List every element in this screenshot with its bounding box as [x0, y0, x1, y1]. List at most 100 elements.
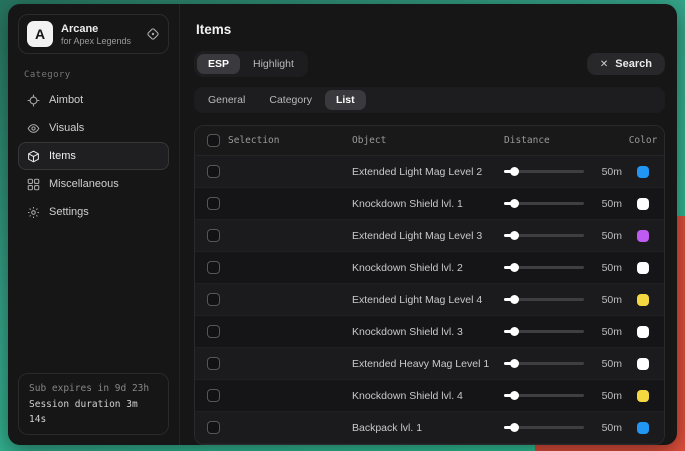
column-header-selection: Selection [228, 135, 352, 146]
sidebar-item-miscellaneous[interactable]: Miscellaneous [18, 170, 169, 198]
sidebar-item-aimbot[interactable]: Aimbot [18, 86, 169, 114]
tab-highlight[interactable]: Highlight [242, 54, 305, 74]
distance-value: 50m [592, 294, 622, 306]
table-row: Knockdown Shield lvl. 4 50m [195, 380, 664, 412]
distance-slider[interactable] [504, 266, 584, 269]
items-table: Selection Object Distance Color Extended… [194, 125, 665, 445]
object-name: Knockdown Shield lvl. 2 [352, 262, 490, 274]
color-swatch[interactable] [637, 198, 649, 210]
color-swatch[interactable] [637, 390, 649, 402]
diamond-icon[interactable] [146, 27, 160, 41]
sidebar-item-label: Settings [49, 206, 89, 218]
slider-thumb[interactable] [510, 423, 519, 432]
sidebar-item-items[interactable]: Items [18, 142, 169, 170]
distance-slider[interactable] [504, 234, 584, 237]
slider-thumb[interactable] [510, 295, 519, 304]
brand-card: A Arcane for Apex Legends [18, 14, 169, 54]
gear-icon [27, 206, 40, 219]
tab-category[interactable]: Category [258, 90, 323, 110]
row-checkbox[interactable] [207, 261, 220, 274]
table-row: Knockdown Shield lvl. 3 50m [195, 316, 664, 348]
object-name: Extended Light Mag Level 3 [352, 230, 490, 242]
table-row: Extended Heavy Mag Level 1 50m [195, 348, 664, 380]
tab-esp[interactable]: ESP [197, 54, 240, 74]
sidebar-item-label: Visuals [49, 122, 84, 134]
app-name: Arcane [61, 23, 131, 35]
object-name: Extended Heavy Mag Level 1 [352, 358, 490, 370]
color-swatch[interactable] [637, 294, 649, 306]
table-header-row: Selection Object Distance Color [195, 126, 664, 156]
table-row: Knockdown Shield lvl. 2 50m [195, 252, 664, 284]
color-swatch[interactable] [637, 422, 649, 434]
sidebar-item-visuals[interactable]: Visuals [18, 114, 169, 142]
mode-tab-group: ESP Highlight [194, 51, 308, 77]
sidebar-nav: Aimbot Visuals Items [8, 86, 179, 226]
object-name: Extended Light Mag Level 4 [352, 294, 490, 306]
color-swatch[interactable] [637, 166, 649, 178]
session-duration-text: Session duration 3m 14s [29, 397, 158, 427]
sub-expires-text: Sub expires in 9d 23h [29, 381, 158, 396]
distance-slider[interactable] [504, 426, 584, 429]
color-swatch[interactable] [637, 358, 649, 370]
distance-value: 50m [592, 326, 622, 338]
slider-thumb[interactable] [510, 167, 519, 176]
row-checkbox[interactable] [207, 357, 220, 370]
eye-icon [27, 122, 40, 135]
brand-text: Arcane for Apex Legends [61, 23, 131, 46]
app-window: A Arcane for Apex Legends Category [8, 4, 677, 445]
toolbar: ESP Highlight ✕ Search [194, 51, 665, 77]
app-logo: A [27, 21, 53, 47]
distance-value: 50m [592, 198, 622, 210]
grid-icon [27, 178, 40, 191]
session-info-card: Sub expires in 9d 23h Session duration 3… [18, 373, 169, 435]
row-checkbox[interactable] [207, 421, 220, 434]
column-header-distance: Distance [490, 135, 622, 146]
row-checkbox[interactable] [207, 229, 220, 242]
slider-thumb[interactable] [510, 199, 519, 208]
distance-slider[interactable] [504, 170, 584, 173]
row-checkbox[interactable] [207, 389, 220, 402]
color-swatch[interactable] [637, 230, 649, 242]
object-name: Backpack lvl. 1 [352, 422, 490, 434]
distance-value: 50m [592, 422, 622, 434]
table-row: Extended Light Mag Level 4 50m [195, 284, 664, 316]
row-checkbox[interactable] [207, 293, 220, 306]
row-checkbox[interactable] [207, 325, 220, 338]
color-swatch[interactable] [637, 262, 649, 274]
distance-value: 50m [592, 358, 622, 370]
table-row: Knockdown Shield lvl. 1 50m [195, 188, 664, 220]
package-icon [27, 150, 40, 163]
slider-thumb[interactable] [510, 327, 519, 336]
crosshair-icon [27, 94, 40, 107]
row-checkbox[interactable] [207, 197, 220, 210]
select-all-checkbox[interactable] [207, 134, 220, 147]
slider-thumb[interactable] [510, 263, 519, 272]
distance-slider[interactable] [504, 362, 584, 365]
tab-general[interactable]: General [197, 90, 256, 110]
tab-list[interactable]: List [325, 90, 366, 110]
search-shortcut-icon: ✕ [600, 59, 608, 70]
column-header-object: Object [352, 135, 490, 146]
sidebar-item-settings[interactable]: Settings [18, 198, 169, 226]
app-subtitle: for Apex Legends [61, 36, 131, 46]
table-row: Extended Light Mag Level 3 50m [195, 220, 664, 252]
sidebar-section-label: Category [24, 70, 179, 80]
distance-slider[interactable] [504, 330, 584, 333]
color-swatch[interactable] [637, 326, 649, 338]
object-name: Extended Light Mag Level 2 [352, 166, 490, 178]
row-checkbox[interactable] [207, 165, 220, 178]
search-button[interactable]: ✕ Search [587, 53, 665, 75]
slider-thumb[interactable] [510, 231, 519, 240]
distance-slider[interactable] [504, 298, 584, 301]
slider-thumb[interactable] [510, 359, 519, 368]
distance-value: 50m [592, 230, 622, 242]
distance-slider[interactable] [504, 202, 584, 205]
distance-slider[interactable] [504, 394, 584, 397]
column-header-color: Color [622, 135, 664, 146]
slider-thumb[interactable] [510, 391, 519, 400]
distance-value: 50m [592, 166, 622, 178]
object-name: Knockdown Shield lvl. 4 [352, 390, 490, 402]
distance-value: 50m [592, 390, 622, 402]
sidebar-item-label: Miscellaneous [49, 178, 119, 190]
sidebar-item-label: Aimbot [49, 94, 83, 106]
